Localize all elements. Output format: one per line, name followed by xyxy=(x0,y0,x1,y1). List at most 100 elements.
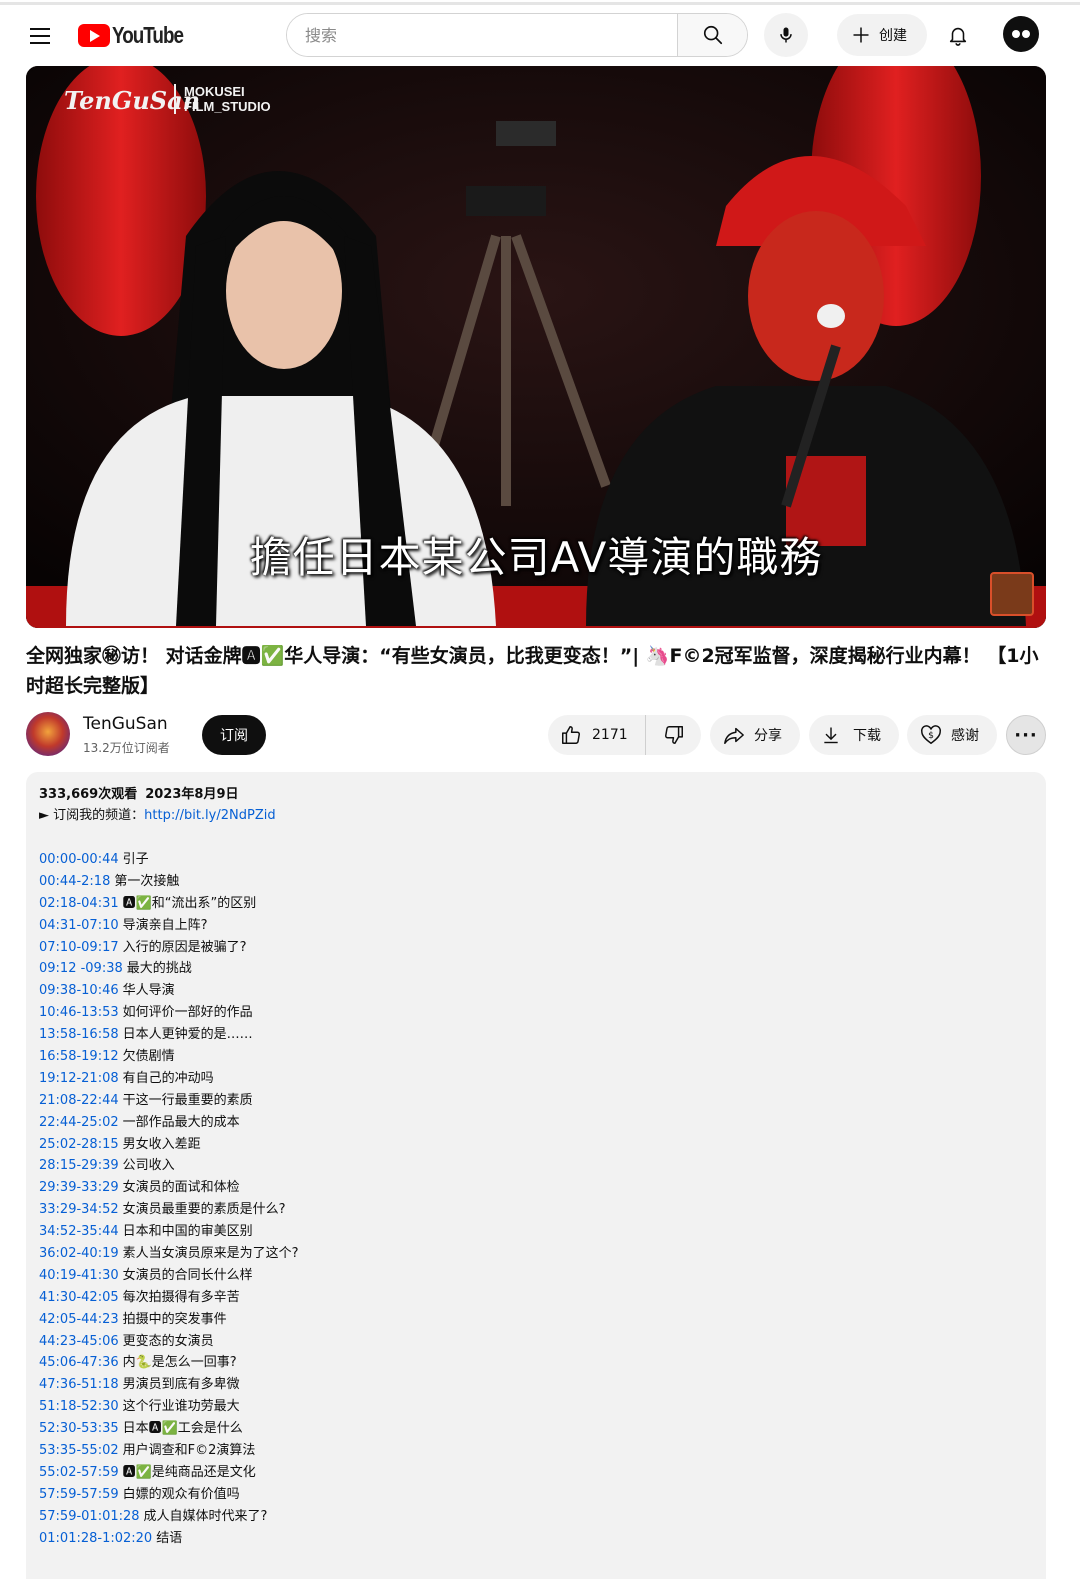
chapter-title: 更变态的女演员 xyxy=(122,1333,214,1349)
chapter-title: 引子 xyxy=(122,852,149,867)
chapter-title: 男女收入差距 xyxy=(122,1136,201,1152)
menu-icon[interactable] xyxy=(22,18,58,54)
like-button[interactable]: 2171 xyxy=(548,715,646,755)
chapter-timestamp-link[interactable]: 55:02-57:59 xyxy=(39,1465,119,1480)
voice-search-button[interactable] xyxy=(764,13,808,57)
chapter-timestamp-link[interactable]: 45:06-47:36 xyxy=(39,1355,119,1370)
chapter-timestamp-link[interactable]: 04:31-07:10 xyxy=(39,918,119,933)
chapter-title: 每次拍摄得有多辛苦 xyxy=(122,1289,240,1305)
chapter-row: 44:23-45:06 更变态的女演员 xyxy=(39,1331,1033,1353)
avatar-icon[interactable] xyxy=(1003,16,1039,52)
channel-name[interactable]: TenGuSan xyxy=(83,714,168,734)
chapter-title: 男演员到底有多卑微 xyxy=(122,1377,240,1393)
chapter-row: 01:01:28-1:02:20 结语 xyxy=(39,1528,1033,1550)
chapter-title: 成人自媒体时代来了? xyxy=(143,1508,268,1524)
channel-watermark[interactable] xyxy=(990,572,1034,616)
chapter-timestamp-link[interactable]: 16:58-19:12 xyxy=(39,1049,119,1064)
chapter-timestamp-link[interactable]: 36:02-40:19 xyxy=(39,1246,119,1261)
chapter-title: 干这一行最重要的素质 xyxy=(122,1092,253,1108)
chapter-timestamp-link[interactable]: 33:29-34:52 xyxy=(39,1202,119,1217)
chapter-timestamp-link[interactable]: 44:23-45:06 xyxy=(39,1334,119,1349)
view-date-line: 333,669次观看 2023年8月9日 xyxy=(39,786,1033,804)
chapter-row: 21:08-22:44 干这一行最重要的素质 xyxy=(39,1090,1033,1112)
search-input[interactable] xyxy=(287,14,677,56)
chapter-row: 51:18-52:30 这个行业谁功劳最大 xyxy=(39,1396,1033,1418)
chapter-row: 00:44-2:18 第一次接触 xyxy=(39,871,1033,893)
chapter-title: 女演员的合同长什么样 xyxy=(122,1267,253,1283)
chapter-timestamp-link[interactable]: 01:01:28-1:02:20 xyxy=(39,1531,152,1546)
chapter-timestamp-link[interactable]: 09:38-10:46 xyxy=(39,983,119,998)
search-box xyxy=(286,13,748,57)
chapter-timestamp-link[interactable]: 28:15-29:39 xyxy=(39,1158,119,1173)
like-dislike-group: 2171 xyxy=(548,715,701,755)
chapter-timestamp-link[interactable]: 00:44-2:18 xyxy=(39,874,110,889)
chapter-row: 00:00-00:44 引子 xyxy=(39,849,1033,871)
chapter-timestamp-link[interactable]: 09:12 -09:38 xyxy=(39,961,123,976)
chapter-timestamp-link[interactable]: 41:30-42:05 xyxy=(39,1290,119,1305)
like-count: 2171 xyxy=(592,727,628,743)
chapter-row: 09:12 -09:38 最大的挑战 xyxy=(39,958,1033,980)
create-button[interactable]: 创建 xyxy=(837,14,927,56)
chapter-timestamp-link[interactable]: 40:19-41:30 xyxy=(39,1268,119,1283)
chapter-timestamp-link[interactable]: 52:30-53:35 xyxy=(39,1421,119,1436)
chapter-title: 结语 xyxy=(156,1530,183,1546)
youtube-logo[interactable]: YouTube xyxy=(78,21,199,49)
chapter-row: 55:02-57:59 🅰✅是纯商品还是文化 xyxy=(39,1462,1033,1484)
upload-date: 2023年8月9日 xyxy=(145,787,239,802)
more-icon[interactable]: ··· xyxy=(1006,715,1046,755)
chapter-row: 02:18-04:31 🅰✅和“流出系”的区别 xyxy=(39,893,1033,915)
thanks-label: 感谢 xyxy=(951,728,979,744)
chapter-timestamp-link[interactable]: 10:46-13:53 xyxy=(39,1005,119,1020)
chapter-timestamp-link[interactable]: 19:12-21:08 xyxy=(39,1071,119,1086)
dislike-button[interactable] xyxy=(646,715,701,755)
search-icon xyxy=(703,25,722,45)
chapter-row: 22:44-25:02 一部作品最大的成本 xyxy=(39,1112,1033,1134)
channel-subscribe-link[interactable]: http://bit.ly/2NdPZid xyxy=(144,808,275,823)
chapter-timestamp-link[interactable]: 07:10-09:17 xyxy=(39,940,119,955)
plus-icon xyxy=(853,27,869,43)
chapter-timestamp-link[interactable]: 34:52-35:44 xyxy=(39,1224,119,1239)
channel-avatar[interactable] xyxy=(26,712,70,756)
chapter-timestamp-link[interactable]: 25:02-28:15 xyxy=(39,1137,119,1152)
chapter-timestamp-link[interactable]: 02:18-04:31 xyxy=(39,896,119,911)
chapter-title: 导演亲自上阵? xyxy=(122,917,208,933)
chapter-title: 用户调查和F©2演算法 xyxy=(122,1443,256,1459)
chapter-timestamp-link[interactable]: 57:59-57:59 xyxy=(39,1487,119,1502)
thanks-button[interactable]: $ 感谢 xyxy=(907,715,997,755)
subscribe-button[interactable]: 订阅 xyxy=(202,715,266,755)
description-box[interactable]: 333,669次观看 2023年8月9日 ► 订阅我的频道：http://bit.… xyxy=(26,772,1046,1579)
chapter-timestamp-link[interactable]: 42:05-44:23 xyxy=(39,1312,119,1327)
chapter-timestamp-link[interactable]: 00:00-00:44 xyxy=(39,852,119,867)
chapter-row: 07:10-09:17 入行的原因是被骗了? xyxy=(39,937,1033,959)
chapter-timestamp-link[interactable]: 21:08-22:44 xyxy=(39,1093,119,1108)
notifications-button[interactable] xyxy=(937,14,979,56)
search-button[interactable] xyxy=(677,14,747,56)
download-label: 下载 xyxy=(853,728,881,744)
chapter-row: 53:35-55:02 用户调查和F©2演算法 xyxy=(39,1440,1033,1462)
video-player[interactable]: TenGuSan MOKUSEI FILM_STUDIO 擔任日本某公司AV導演… xyxy=(26,66,1046,628)
promo-line: ► 订阅我的频道：http://bit.ly/2NdPZid xyxy=(39,805,1033,827)
chapter-row: 34:52-35:44 日本和中国的审美区别 xyxy=(39,1221,1033,1243)
chapter-timestamp-link[interactable]: 47:36-51:18 xyxy=(39,1377,119,1392)
chapter-title: 欠债剧情 xyxy=(122,1049,175,1065)
top-divider xyxy=(0,2,1080,5)
share-icon xyxy=(724,727,744,744)
chapter-row: 19:12-21:08 有自己的冲动吗 xyxy=(39,1068,1033,1090)
chapter-timestamp-link[interactable]: 51:18-52:30 xyxy=(39,1399,119,1414)
share-button[interactable]: 分享 xyxy=(710,715,800,755)
chapter-timestamp-link[interactable]: 13:58-16:58 xyxy=(39,1027,119,1042)
chapter-row: 29:39-33:29 女演员的面试和体检 xyxy=(39,1177,1033,1199)
video-title: 全网独家㊙访！ 对话金牌🅰✅华人导演：“有些女演员，比我更变态！”| 🦄F©2冠… xyxy=(26,645,1039,697)
chapter-timestamp-link[interactable]: 22:44-25:02 xyxy=(39,1115,119,1130)
chapter-title: 女演员最重要的素质是什么? xyxy=(122,1202,286,1218)
chapter-timestamp-link[interactable]: 53:35-55:02 xyxy=(39,1443,119,1458)
create-label: 创建 xyxy=(879,28,907,44)
chapter-title: 女演员的面试和体检 xyxy=(122,1180,240,1196)
promo-text: ► 订阅我的频道： xyxy=(39,808,145,823)
download-button[interactable]: 下载 xyxy=(809,715,899,755)
chapter-title: 华人导演 xyxy=(122,983,175,999)
chapter-timestamp-link[interactable]: 29:39-33:29 xyxy=(39,1180,119,1195)
logo-text: YouTube xyxy=(112,21,184,48)
chapter-timestamp-link[interactable]: 57:59-01:01:28 xyxy=(39,1509,140,1524)
chapter-row: 41:30-42:05 每次拍摄得有多辛苦 xyxy=(39,1287,1033,1309)
